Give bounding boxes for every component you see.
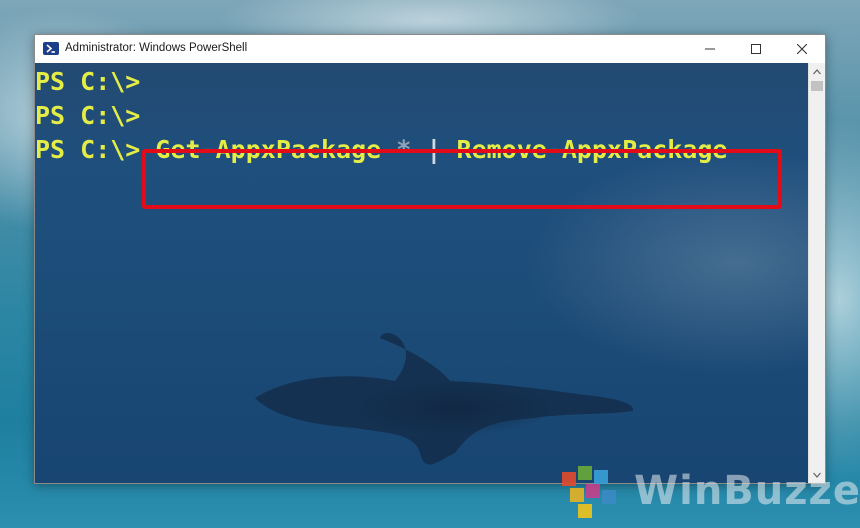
powershell-icon [43, 42, 59, 55]
command-highlight-box [142, 149, 782, 209]
sea-lion-background-image [255, 332, 634, 465]
prompt-text: PS C:\> [35, 67, 141, 96]
scroll-thumb[interactable] [811, 81, 823, 91]
scroll-up-button[interactable] [809, 63, 825, 80]
powershell-window: Administrator: Windows PowerShell PS C:\… [34, 34, 826, 484]
minimize-button[interactable] [687, 35, 733, 63]
chevron-up-icon [813, 68, 821, 74]
window-title: Administrator: Windows PowerShell [65, 42, 248, 54]
winbuzzer-watermark: WinBuzzer [556, 462, 860, 528]
console-area[interactable]: PS C:\> PS C:\> PS C:\> Get-AppxPackage … [35, 63, 810, 483]
maximize-button[interactable] [733, 35, 779, 63]
close-icon [797, 44, 807, 54]
console-line: PS C:\> [35, 99, 140, 133]
console-line: PS C:\> [35, 65, 140, 99]
prompt-text: PS C:\> [35, 135, 141, 164]
vertical-scrollbar[interactable] [808, 63, 825, 483]
title-bar[interactable]: Administrator: Windows PowerShell [35, 35, 825, 63]
winbuzzer-logo-icon [562, 466, 616, 518]
watermark-text: WinBuzzer [634, 468, 860, 514]
maximize-icon [751, 44, 761, 54]
close-button[interactable] [779, 35, 825, 63]
minimize-icon [705, 48, 715, 50]
prompt-text: PS C:\> [35, 101, 141, 130]
